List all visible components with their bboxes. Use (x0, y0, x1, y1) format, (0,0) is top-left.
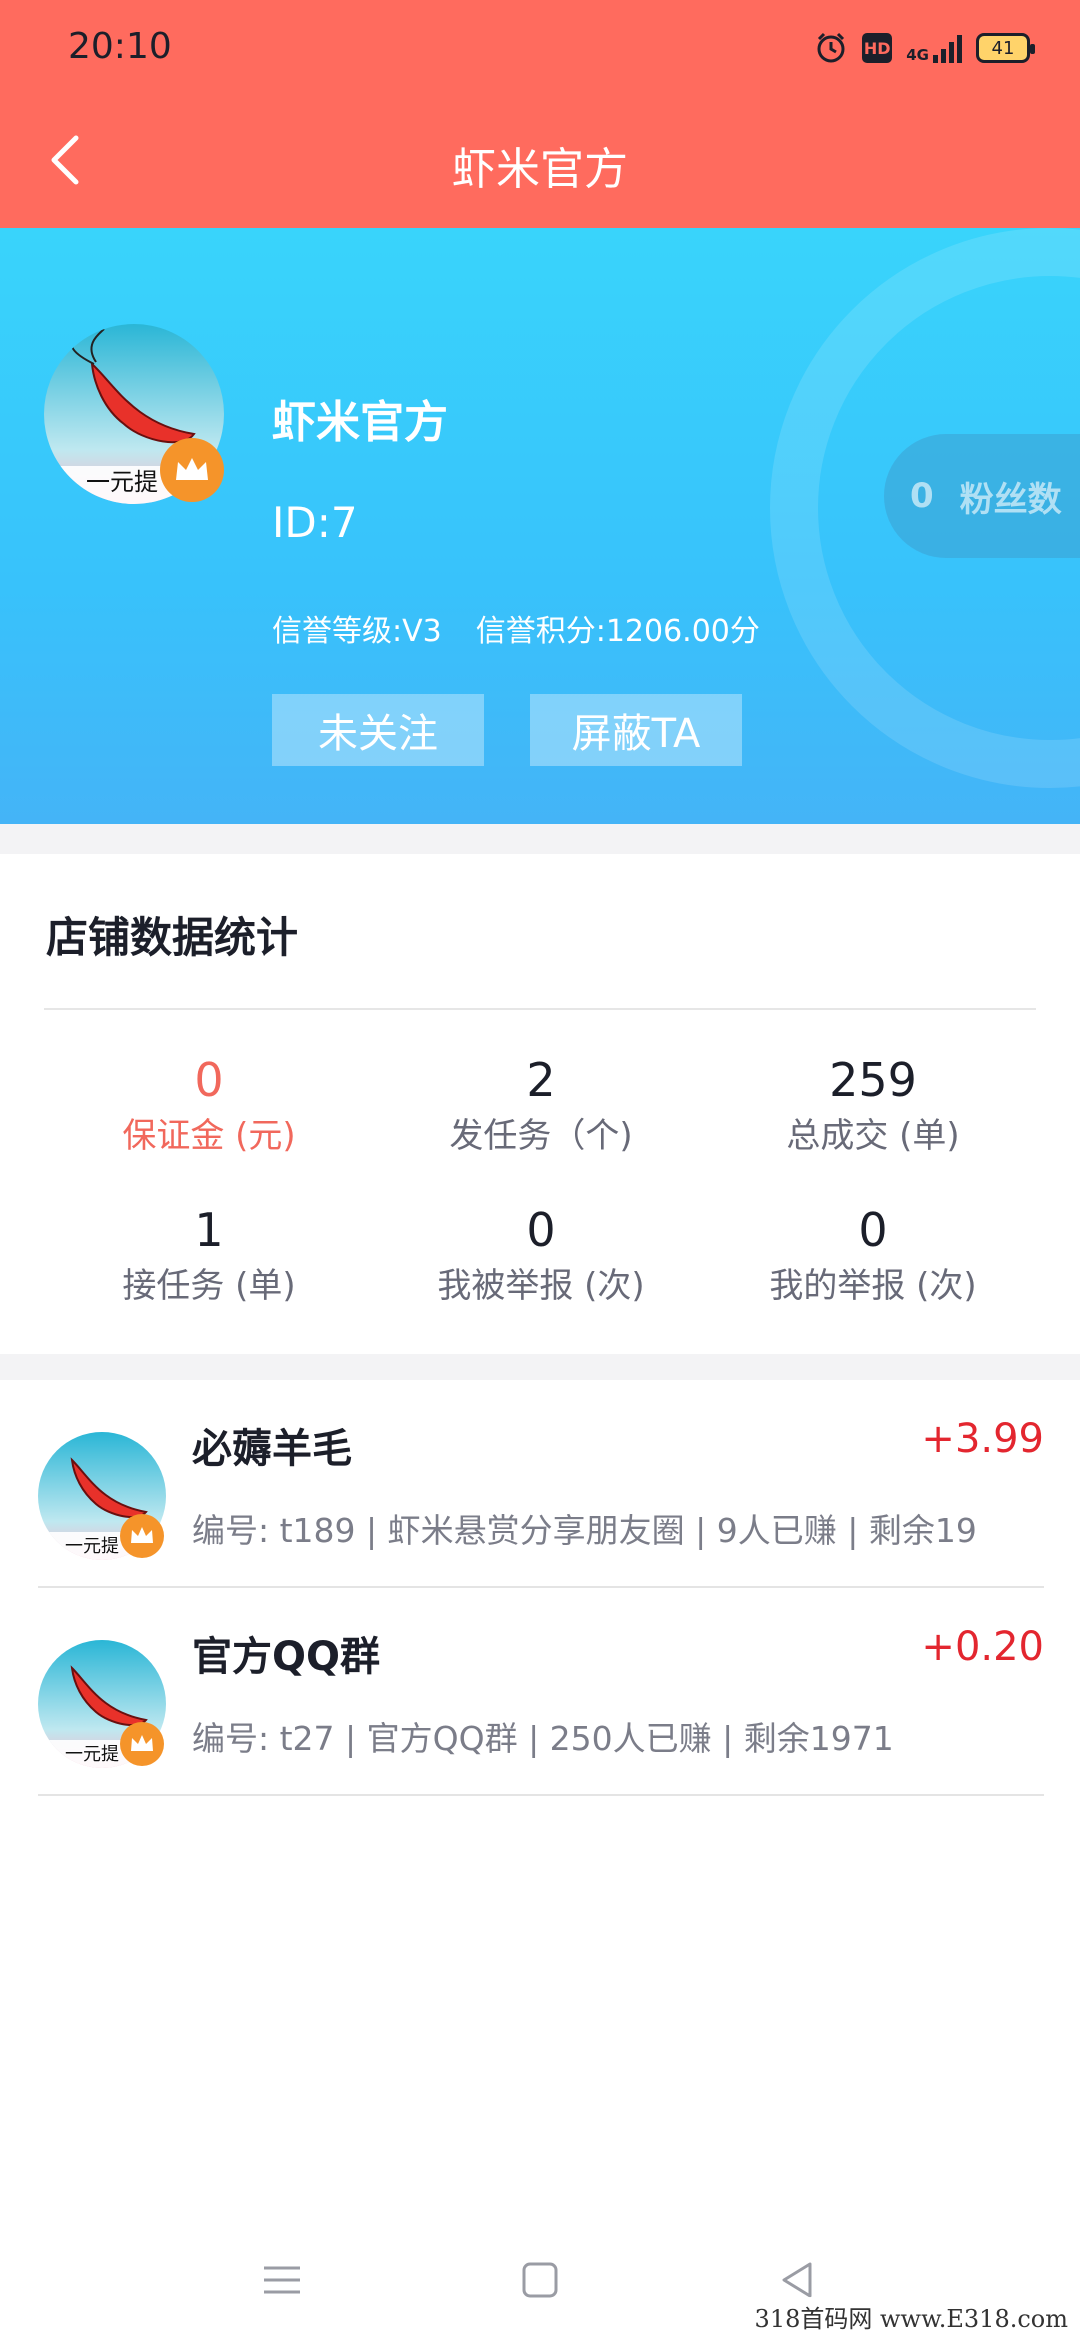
battery-icon: 41 (976, 33, 1035, 63)
fans-count: 0 (910, 476, 934, 516)
block-button[interactable]: 屏蔽TA (530, 694, 742, 766)
top-bar: 20:10 HD 4G 41 虾米官方 (0, 0, 1080, 228)
status-icons: HD 4G 41 (814, 26, 1035, 70)
section-divider (0, 824, 1080, 854)
profile-header: 一元提 虾米官方 ID:7 信誉等级:V3 信誉积分:1206.00分 未关注 屏… (0, 228, 1080, 824)
stat-label: 接任务 (单) (122, 1266, 296, 1306)
stat-my-reports: 0 我的举报 (次) (706, 1202, 1040, 1310)
stat-label: 总成交 (单) (786, 1116, 960, 1156)
profile-id: ID:7 (272, 498, 358, 547)
profile-name: 虾米官方 (272, 397, 448, 448)
task-meta: 编号: t189 | 虾米悬赏分享朋友圈 | 9人已赚 | 剩余19 (192, 1511, 977, 1550)
avatar-caption: 一元提 (65, 1536, 119, 1557)
stat-label: 我被举报 (次) (437, 1266, 645, 1306)
stat-value: 1 (194, 1203, 224, 1257)
menu-icon[interactable] (252, 2250, 312, 2310)
task-amount: +0.20 (921, 1624, 1044, 1670)
stat-label: 发任务（个) (449, 1116, 633, 1156)
stat-label: 我的举报 (次) (769, 1266, 977, 1306)
task-item[interactable]: 一元提 必薅羊毛 +3.99 编号: t189 | 虾米悬赏分享朋友圈 | 9人… (38, 1380, 1044, 1588)
stat-label: 保证金 (元) (122, 1116, 296, 1156)
battery-level: 41 (991, 37, 1015, 59)
task-avatar: 一元提 (38, 1432, 166, 1560)
page-title: 虾米官方 (452, 144, 628, 195)
stat-total-deals: 259 总成交 (单) (706, 1052, 1040, 1160)
follow-button[interactable]: 未关注 (272, 694, 484, 766)
task-meta: 编号: t27 | 官方QQ群 | 250人已赚 | 剩余1971 (192, 1719, 894, 1758)
signal-icon (933, 33, 962, 63)
credit-level: 信誉等级:V3 (272, 614, 442, 649)
section-divider (0, 1354, 1080, 1380)
avatar-caption: 一元提 (65, 1744, 119, 1765)
credit-points: 信誉积分:1206.00分 (475, 614, 760, 649)
stat-reported-against: 0 我被举报 (次) (374, 1202, 708, 1310)
avatar-caption: 一元提 (86, 468, 158, 496)
stat-accepted-tasks: 1 接任务 (单) (42, 1202, 376, 1310)
avatar: 一元提 (44, 324, 224, 504)
stats-title: 店铺数据统计 (46, 913, 299, 962)
network-indicator: 4G (906, 33, 962, 63)
stat-value: 2 (526, 1053, 556, 1107)
stat-value: 0 (526, 1203, 556, 1257)
stat-deposit: 0 保证金 (元) (42, 1052, 376, 1160)
hd-icon: HD (862, 33, 893, 63)
stats-divider (44, 1008, 1036, 1010)
stat-value: 259 (829, 1053, 917, 1107)
stat-value: 0 (858, 1203, 888, 1257)
stat-published-tasks: 2 发任务（个) (374, 1052, 708, 1160)
task-avatar: 一元提 (38, 1640, 166, 1768)
task-amount: +3.99 (921, 1416, 1044, 1462)
stat-value: 0 (194, 1053, 224, 1107)
network-type: 4G (906, 46, 929, 64)
status-time: 20:10 (68, 26, 172, 67)
task-item[interactable]: 一元提 官方QQ群 +0.20 编号: t27 | 官方QQ群 | 250人已赚… (38, 1588, 1044, 1796)
task-name: 必薅羊毛 (192, 1426, 352, 1472)
alarm-icon (817, 32, 845, 63)
watermark: 318首码网 www.E318.com (748, 2297, 1074, 2336)
fans-badge[interactable]: 0 粉丝数 (884, 434, 1080, 558)
task-name: 官方QQ群 (192, 1634, 381, 1680)
home-icon[interactable] (510, 2250, 570, 2310)
credit-info: 信誉等级:V3 信誉积分:1206.00分 (272, 606, 760, 650)
fans-label: 粉丝数 (959, 479, 1062, 520)
